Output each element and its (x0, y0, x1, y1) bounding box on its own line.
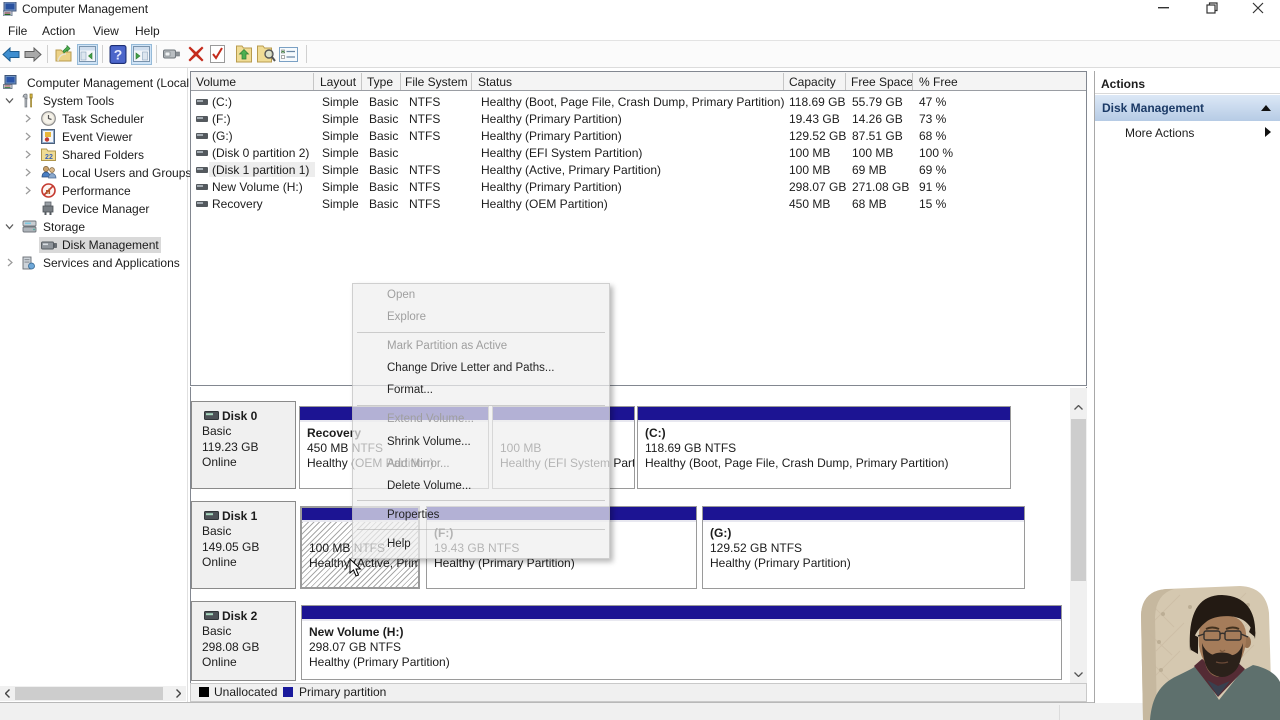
svg-text:2: 2 (49, 154, 53, 161)
svg-text:?: ? (114, 47, 123, 63)
